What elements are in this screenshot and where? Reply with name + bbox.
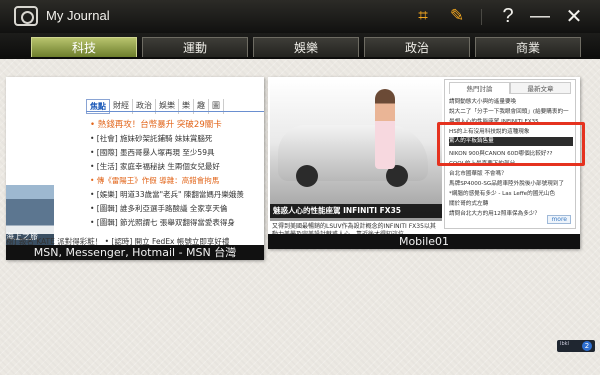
tab-latest-articles[interactable]: 最新文章	[510, 82, 571, 94]
forum-panel-tabs: 熱門討論 最新文章	[449, 82, 571, 94]
car-image	[278, 125, 428, 187]
tab-politics[interactable]: 政治	[364, 37, 470, 57]
forum-row[interactable]: 台北市國華版 不會嗎？	[449, 169, 573, 177]
car-promo-photo	[270, 79, 442, 221]
more-link[interactable]: more	[547, 215, 571, 224]
toolbar-divider	[481, 9, 482, 25]
tray-widget[interactable]: Ibkl 2	[557, 340, 595, 352]
model-figure	[375, 89, 395, 169]
app-title: My Journal	[46, 8, 110, 23]
msn-news-item: • 傳《雷陽王》作假 導雜：高錯會拘馬	[90, 176, 220, 185]
web-clip-card-msn[interactable]: 焦點 財經 政治 娛樂 樂 趣 圖 • 熱錢再攻！台幣暴升 突破29關卡 • […	[6, 77, 264, 260]
minimize-icon[interactable]: —	[527, 4, 553, 28]
tab-sports[interactable]: 運動	[142, 37, 248, 57]
msn-nav-underline	[86, 111, 264, 112]
card-caption: Mobile01	[268, 234, 580, 249]
selection-highlight-box	[437, 122, 585, 166]
tray-label: Ibkl	[560, 341, 569, 347]
forum-row[interactable]: 馬牌SP4000-SG品館車陸外脫後小部號現到了	[449, 179, 573, 187]
msn-news-item: • [國際] 墨西哥暴人塚再現 至少59具	[90, 148, 215, 157]
msn-news-item: • [生活] 家庭幸福秘訣 生兩個女兒最好	[90, 162, 220, 171]
notification-badge: 2	[582, 341, 592, 351]
crop-icon[interactable]: ⌗	[410, 4, 436, 28]
forum-row[interactable]: *網腦的感覺有多少 - Las Leffe的國光山色	[449, 189, 573, 197]
category-tab-bar: 科技 運動 娛樂 政治 商業	[0, 33, 600, 59]
msn-news-item: • [圖輯] 誰多利亞選手路酸議 全家享天倫	[90, 204, 228, 213]
msn-headline: • 熱錢再攻！台幣暴升 突破29關卡	[90, 120, 222, 130]
edit-journal-icon[interactable]: ✎	[444, 4, 470, 28]
msn-news-item: • [娛樂] 明道33歲當"老兵" 陳翻當媽丹樂娥羨	[90, 190, 244, 199]
forum-row[interactable]: 請問動態大小與的遙量要喚	[449, 97, 573, 105]
card-caption: MSN, Messenger, Hotmail - MSN 台灣	[6, 245, 264, 260]
tab-business[interactable]: 商業	[475, 37, 581, 57]
msn-news-item: • [圖輯] 節光照謂七 張舉双翻得當愛表得身	[90, 218, 235, 227]
promo-banner: 魅惑人心的性能座駕 INFINITI FX35	[270, 204, 442, 218]
msn-news-item: • [社會] 施妹砂架託鋪騎 妹妹賞腦死	[90, 134, 213, 143]
tab-hot-discussion[interactable]: 熱門討論	[449, 82, 510, 94]
close-icon[interactable]: ✕	[561, 4, 587, 28]
forum-row[interactable]: 說大二了「分手一下我眼會回頭」(給要購衷的一	[449, 107, 573, 115]
forum-row[interactable]: 關於哥的式左轉	[449, 199, 573, 207]
title-bar: My Journal ⌗ ✎ ? — ✕	[0, 0, 600, 33]
camera-logo-icon	[14, 6, 38, 26]
tab-entertainment[interactable]: 娛樂	[253, 37, 359, 57]
tab-technology[interactable]: 科技	[31, 37, 137, 57]
help-icon[interactable]: ?	[495, 4, 521, 28]
